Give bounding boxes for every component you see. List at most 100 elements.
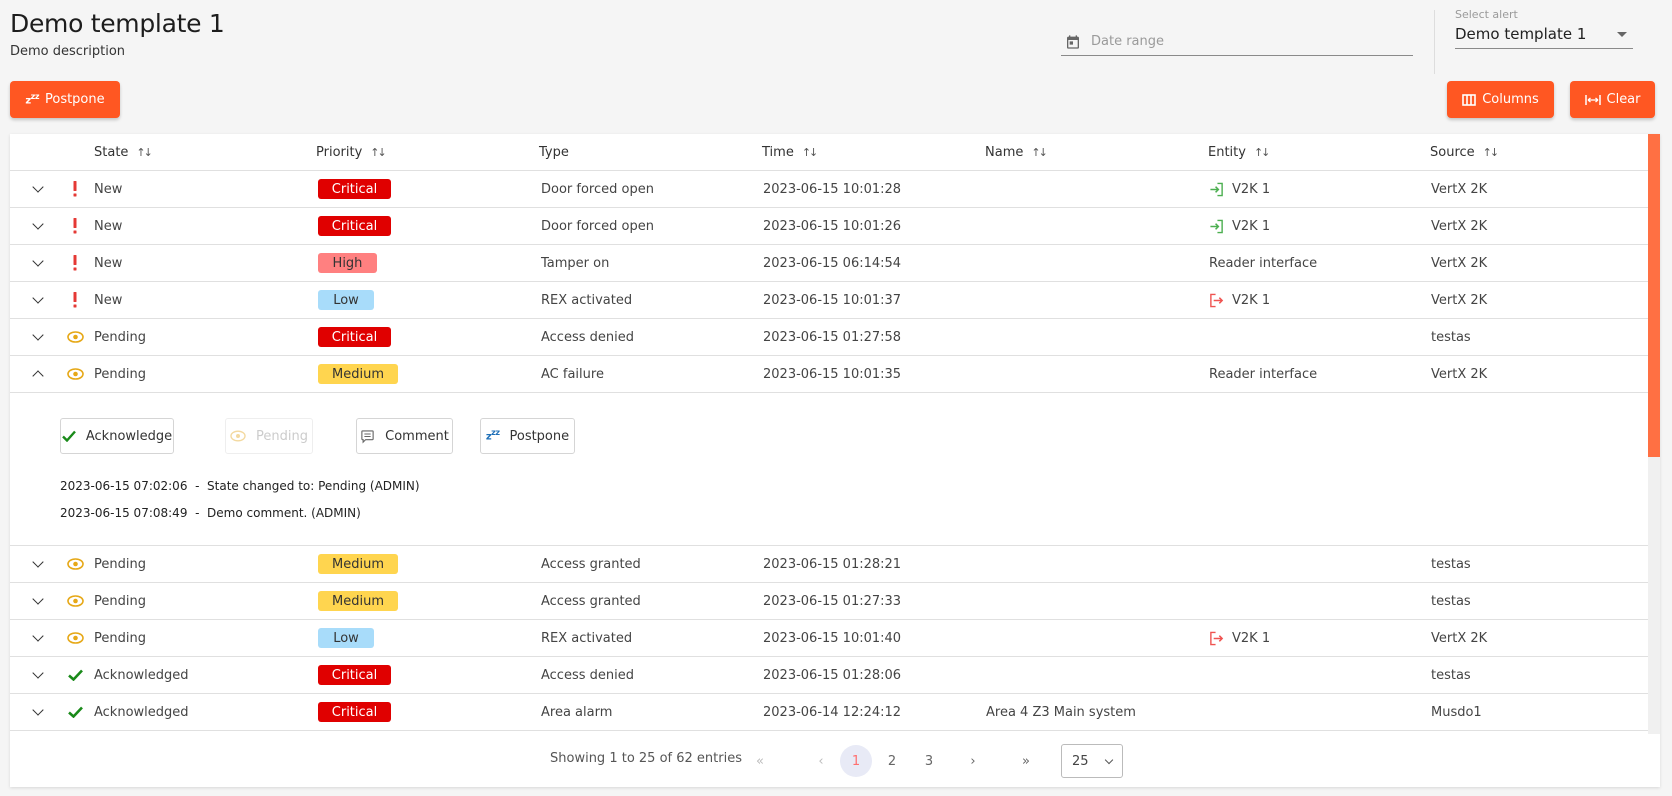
row-postpone-button[interactable]: zzz Postpone (480, 418, 575, 454)
time-cell: 2023-06-15 06:14:54 (763, 255, 902, 271)
date-range-input[interactable] (1091, 34, 1391, 49)
source-cell: testas (1431, 556, 1471, 572)
expand-toggle[interactable] (26, 245, 56, 281)
state-cell: Pending (94, 556, 146, 572)
type-cell: REX activated (541, 292, 633, 308)
sort-icon[interactable]: ↑↓ (1031, 146, 1048, 159)
time-cell: 2023-06-15 10:01:26 (763, 218, 902, 234)
sort-icon[interactable]: ↑↓ (136, 146, 153, 159)
caret-down-icon (1617, 31, 1627, 37)
expand-toggle[interactable] (26, 694, 56, 730)
table-row[interactable]: New Low REX activated 2023-06-15 10:01:37 V2… (10, 282, 1648, 319)
select-alert-label: Select alert (1455, 8, 1518, 21)
scrollbar-track[interactable] (1648, 134, 1660, 734)
priority-cell: High (318, 245, 377, 281)
type-cell: Tamper on (541, 255, 610, 271)
history-entry: 2023-06-15 07:02:06 - State changed to: … (60, 479, 420, 493)
sort-icon[interactable]: ↑↓ (1483, 146, 1500, 159)
expand-toggle[interactable] (26, 356, 56, 392)
select-alert[interactable]: Select alert Demo template 1 (1455, 8, 1633, 49)
column-header-source[interactable]: Source ↑↓ (1430, 134, 1500, 170)
prev-page-button[interactable]: ‹ (805, 745, 837, 777)
time-cell: 2023-06-15 01:28:21 (763, 556, 902, 572)
sort-icon[interactable]: ↑↓ (370, 146, 387, 159)
column-header-priority[interactable]: Priority ↑↓ (316, 134, 387, 170)
sort-icon[interactable]: ↑↓ (1254, 146, 1271, 159)
table-row[interactable]: Acknowledged Critical Access denied 2023-06… (10, 657, 1648, 694)
sort-icon[interactable]: ↑↓ (802, 146, 819, 159)
chevron-down-icon (32, 667, 44, 679)
state-cell: Pending (94, 329, 146, 345)
table-row[interactable]: Pending Low REX activated 2023-06-15 10:01:… (10, 620, 1648, 657)
column-header-name[interactable]: Name ↑↓ (985, 134, 1048, 170)
first-page-button[interactable]: « (744, 745, 776, 777)
chevron-up-icon (32, 370, 44, 382)
expand-toggle[interactable] (26, 171, 56, 207)
columns-button[interactable]: Columns (1447, 81, 1554, 118)
type-cell: Door forced open (541, 181, 654, 197)
table-row[interactable]: Pending Medium Access granted 2023-06-15 01… (10, 583, 1648, 620)
date-range-field[interactable] (1061, 28, 1413, 56)
priority-cell: Medium (318, 583, 398, 619)
source-cell: VertX 2K (1431, 630, 1488, 646)
state-cell: New (94, 292, 123, 308)
expand-toggle[interactable] (26, 546, 56, 582)
table-row[interactable]: New High Tamper on 2023-06-15 06:14:54 Reade… (10, 245, 1648, 282)
column-header-type: Type (539, 144, 569, 160)
table-row[interactable]: Pending Critical Access denied 2023-06-15 0… (10, 319, 1648, 356)
source-cell: testas (1431, 593, 1471, 609)
column-header-state[interactable]: State ↑↓ (94, 134, 153, 170)
priority-cell: Medium (318, 546, 398, 582)
table-row[interactable]: New Critical Door forced open 2023-06-15 10… (10, 208, 1648, 245)
last-page-button[interactable]: » (1010, 745, 1042, 777)
time-cell: 2023-06-15 10:01:28 (763, 181, 902, 197)
select-alert-dropdown[interactable]: Demo template 1 (1455, 25, 1633, 49)
column-header-entity[interactable]: Entity ↑↓ (1208, 134, 1271, 170)
pending-button[interactable]: Pending (225, 418, 313, 454)
eye-icon (60, 319, 90, 355)
expand-toggle[interactable] (26, 319, 56, 355)
state-cell: Acknowledged (94, 704, 189, 720)
page-button-2[interactable]: 2 (876, 745, 908, 777)
priority-cell: Critical (318, 319, 391, 355)
expand-toggle[interactable] (26, 282, 56, 318)
time-cell: 2023-06-15 01:27:33 (763, 593, 902, 609)
postpone-label: Postpone (44, 92, 105, 107)
rows-per-page-select[interactable]: 25 (1061, 744, 1123, 778)
entity-cell: V2K 1 (1209, 208, 1270, 244)
expand-toggle[interactable] (26, 583, 56, 619)
next-page-button[interactable]: › (957, 745, 989, 777)
clear-button[interactable]: Clear (1570, 81, 1655, 118)
state-cell: Pending (94, 366, 146, 382)
source-cell: VertX 2K (1431, 366, 1488, 382)
table-row[interactable]: Pending Medium Access granted 2023-06-15 01… (10, 546, 1648, 583)
page-button-3[interactable]: 3 (913, 745, 945, 777)
comment-button[interactable]: Comment (356, 418, 453, 454)
eye-icon (60, 620, 90, 656)
pagination: Showing 1 to 25 of 62 entries « ‹ 1 2 3 … (10, 733, 1660, 787)
expand-toggle[interactable] (26, 657, 56, 693)
resize-horizontal-icon (1584, 94, 1601, 105)
chevron-down-icon (32, 255, 44, 267)
snooze-icon: zzz (25, 91, 39, 107)
scrollbar-thumb[interactable] (1648, 134, 1660, 457)
time-cell: 2023-06-15 01:27:58 (763, 329, 902, 345)
state-cell: Pending (94, 593, 146, 609)
table-header: State ↑↓ Priority ↑↓ Type Time ↑↓ Name ↑↓ En… (10, 134, 1648, 171)
time-cell: 2023-06-15 10:01:35 (763, 366, 902, 382)
expand-toggle[interactable] (26, 620, 56, 656)
table-row[interactable]: Pending Medium AC failure 2023-06-15 10:01:… (10, 356, 1648, 393)
page-button-1[interactable]: 1 (840, 745, 872, 777)
table-row[interactable]: Acknowledged Critical Area alarm 2023-06-14… (10, 694, 1648, 731)
acknowledge-button[interactable]: Acknowledge (60, 418, 174, 454)
entity-cell: V2K 1 (1209, 620, 1270, 656)
expand-toggle[interactable] (26, 208, 56, 244)
table-row[interactable]: New Critical Door forced open 2023-06-15 10… (10, 171, 1648, 208)
priority-cell: Critical (318, 171, 391, 207)
postpone-button[interactable]: zzz Postpone (10, 81, 120, 118)
source-cell: VertX 2K (1431, 292, 1488, 308)
priority-badge: Medium (318, 554, 398, 574)
source-cell: testas (1431, 667, 1471, 683)
chevron-down-icon (32, 556, 44, 568)
column-header-time[interactable]: Time ↑↓ (762, 134, 819, 170)
